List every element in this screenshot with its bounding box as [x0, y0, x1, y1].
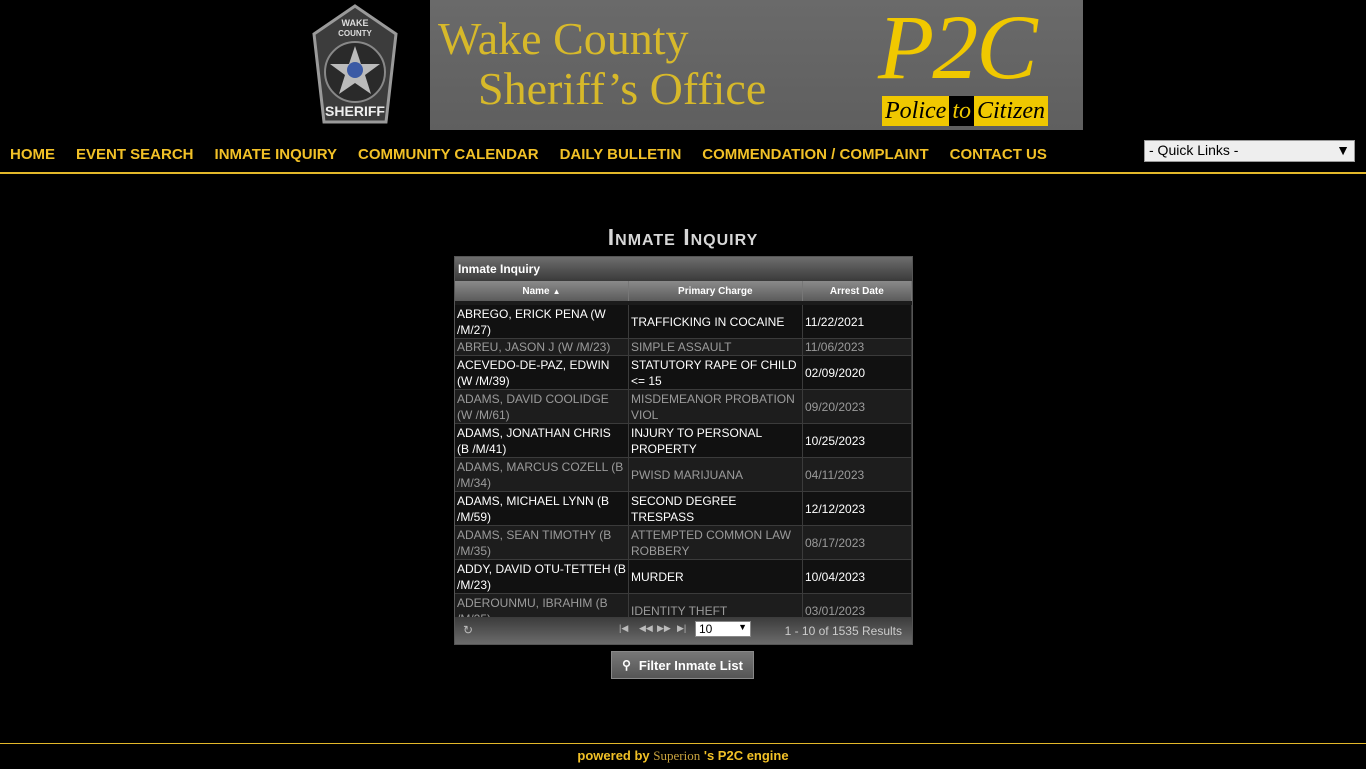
cell-name: ABREU, JASON J (W /M/23): [455, 339, 629, 355]
sort-asc-icon: ▲: [552, 286, 561, 296]
nav-daily-bulletin[interactable]: DAILY BULLETIN: [560, 146, 682, 163]
footer: powered by Superion 's P2C engine: [0, 743, 1366, 769]
cell-date: 10/04/2023: [803, 560, 912, 593]
results-info: 1 - 10 of 1535 Results: [784, 624, 902, 638]
grid-pager: ↻ |◀ ◀◀ ▶▶ ▶| 10 ▼ 1 - 10 of 1535 Result…: [455, 617, 912, 644]
table-row[interactable]: ADAMS, DAVID COOLIDGE (W /M/61) MISDEMEA…: [455, 390, 912, 424]
cell-charge: SECOND DEGREE TRESPASS: [629, 492, 803, 525]
cell-charge: MISDEMEANOR PROBATION VIOL: [629, 390, 803, 423]
cell-date: 04/11/2023: [803, 458, 912, 491]
refresh-icon[interactable]: ↻: [463, 623, 473, 637]
nav-community-calendar[interactable]: COMMUNITY CALENDAR: [358, 146, 539, 163]
p2c-tagline-police: Police: [882, 96, 950, 126]
footer-suffix: 's P2C engine: [703, 748, 789, 763]
table-row[interactable]: ADAMS, SEAN TIMOTHY (B /M/35) ATTEMPTED …: [455, 526, 912, 560]
cell-charge: INJURY TO PERSONAL PROPERTY: [629, 424, 803, 457]
cell-charge: STATUTORY RAPE OF CHILD <= 15: [629, 356, 803, 389]
table-row[interactable]: ADAMS, MICHAEL LYNN (B /M/59) SECOND DEG…: [455, 492, 912, 526]
quick-links-value: - Quick Links -: [1149, 142, 1239, 158]
filter-inmate-list-button[interactable]: ⚲ Filter Inmate List: [611, 651, 754, 679]
header-banner: Wake County Sheriff’s Office P2C Police …: [430, 0, 1083, 130]
footer-brand-link[interactable]: Superion: [653, 748, 700, 763]
cell-name: ADAMS, MARCUS COZELL (B /M/34): [455, 458, 629, 491]
svg-text:SHERIFF: SHERIFF: [325, 103, 385, 119]
quick-links-select[interactable]: - Quick Links - ▼: [1144, 140, 1355, 162]
p2c-logo-text: P2C: [878, 0, 1038, 98]
sheriff-badge-logo: WAKE COUNTY SHERIFF: [310, 4, 400, 126]
table-row[interactable]: ABREU, JASON J (W /M/23) SIMPLE ASSAULT …: [455, 339, 912, 356]
cell-name: ABREGO, ERICK PENA (W /M/27): [455, 305, 629, 338]
svg-text:WAKE: WAKE: [342, 18, 369, 28]
table-row[interactable]: ADAMS, MARCUS COZELL (B /M/34) PWISD MAR…: [455, 458, 912, 492]
banner-title-line1: Wake County: [438, 13, 689, 64]
page-size-select[interactable]: 10 ▼: [695, 621, 751, 637]
cell-date: 11/22/2021: [803, 305, 912, 338]
filter-button-label: Filter Inmate List: [638, 657, 743, 673]
cell-charge: MURDER: [629, 560, 803, 593]
cell-name: ADAMS, SEAN TIMOTHY (B /M/35): [455, 526, 629, 559]
inmate-grid: Inmate Inquiry Name ▲ Primary Charge Arr…: [454, 256, 913, 645]
cell-charge: TRAFFICKING IN COCAINE: [629, 305, 803, 338]
column-header-primary-charge[interactable]: Primary Charge: [629, 281, 803, 301]
p2c-logo: P2C Police to Citizen: [878, 0, 1078, 130]
footer-prefix: powered by: [577, 748, 650, 763]
page-size-value: 10: [699, 622, 713, 636]
column-header-name[interactable]: Name ▲: [455, 281, 629, 301]
cell-name: ACEVEDO-DE-PAZ, EDWIN (W /M/39): [455, 356, 629, 389]
cell-date: 12/12/2023: [803, 492, 912, 525]
grid-caption: Inmate Inquiry: [455, 257, 912, 281]
prev-page-icon[interactable]: ◀◀: [639, 623, 653, 634]
next-page-icon[interactable]: ▶▶: [657, 623, 671, 634]
nav-commendation-complaint[interactable]: COMMENDATION / COMPLAINT: [702, 146, 928, 163]
table-row[interactable]: ACEVEDO-DE-PAZ, EDWIN (W /M/39) STATUTOR…: [455, 356, 912, 390]
page-title: Inmate Inquiry: [607, 224, 759, 250]
p2c-tagline: Police to Citizen: [882, 96, 1070, 126]
last-page-icon[interactable]: ▶|: [677, 623, 686, 634]
search-icon: ⚲: [622, 658, 631, 672]
column-header-name-label: Name: [522, 285, 550, 297]
p2c-tagline-citizen: Citizen: [973, 96, 1048, 126]
cell-charge: SIMPLE ASSAULT: [629, 339, 803, 355]
grid-header: Name ▲ Primary Charge Arrest Date: [455, 281, 912, 301]
banner-title-line2: Sheriff’s Office: [478, 63, 767, 114]
cell-name: ADAMS, JONATHAN CHRIS (B /M/41): [455, 424, 629, 457]
nav-home[interactable]: HOME: [10, 146, 55, 163]
chevron-down-icon: ▼: [1336, 142, 1350, 158]
cell-date: 02/09/2020: [803, 356, 912, 389]
table-row[interactable]: ADAMS, JONATHAN CHRIS (B /M/41) INJURY T…: [455, 424, 912, 458]
chevron-down-icon: ▼: [738, 622, 747, 632]
cell-date: 08/17/2023: [803, 526, 912, 559]
nav-contact-us[interactable]: CONTACT US: [950, 146, 1047, 163]
cell-name: ADAMS, MICHAEL LYNN (B /M/59): [455, 492, 629, 525]
cell-charge: ATTEMPTED COMMON LAW ROBBERY: [629, 526, 803, 559]
cell-date: 10/25/2023: [803, 424, 912, 457]
table-row[interactable]: ADDY, DAVID OTU-TETTEH (B /M/23) MURDER …: [455, 560, 912, 594]
nav-inmate-inquiry[interactable]: INMATE INQUIRY: [215, 146, 338, 163]
cell-date: 09/20/2023: [803, 390, 912, 423]
cell-name: ADDY, DAVID OTU-TETTEH (B /M/23): [455, 560, 629, 593]
cell-charge: PWISD MARIJUANA: [629, 458, 803, 491]
p2c-tagline-to: to: [949, 96, 974, 126]
nav-event-search[interactable]: EVENT SEARCH: [76, 146, 194, 163]
cell-name: ADAMS, DAVID COOLIDGE (W /M/61): [455, 390, 629, 423]
svg-text:COUNTY: COUNTY: [338, 29, 372, 38]
cell-date: 11/06/2023: [803, 339, 912, 355]
first-page-icon[interactable]: |◀: [619, 623, 628, 634]
grid-body: ABREGO, ERICK PENA (W /M/27) TRAFFICKING…: [455, 301, 912, 628]
table-row[interactable]: ABREGO, ERICK PENA (W /M/27) TRAFFICKING…: [455, 305, 912, 339]
column-header-arrest-date[interactable]: Arrest Date: [803, 281, 912, 301]
